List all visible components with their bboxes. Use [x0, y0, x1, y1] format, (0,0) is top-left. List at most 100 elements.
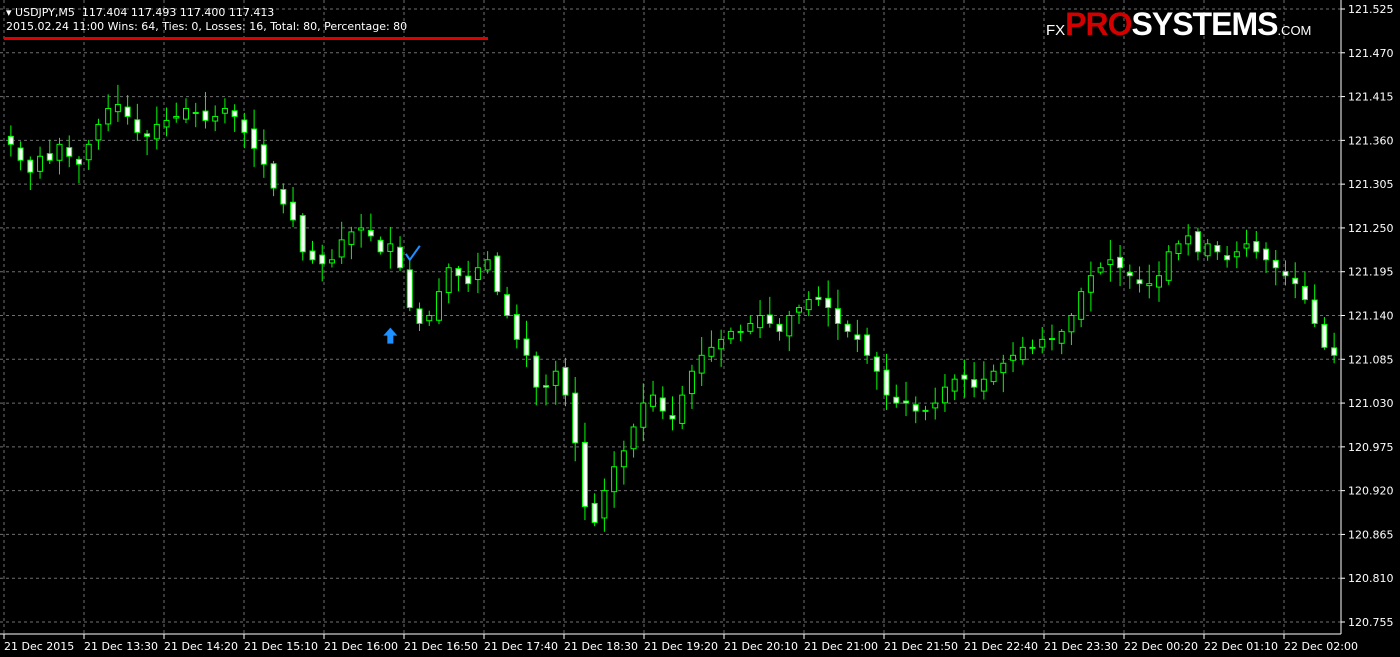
candle — [406, 258, 413, 312]
candle-body — [1136, 279, 1143, 285]
candle — [221, 98, 228, 124]
candle-body — [144, 133, 151, 137]
candle — [795, 304, 802, 324]
candle — [484, 251, 491, 274]
time-tick-label: 21 Dec 15:10 — [244, 640, 318, 653]
candle — [630, 423, 637, 458]
candle-body — [776, 323, 783, 332]
candle — [1097, 262, 1104, 275]
candle-body — [124, 106, 131, 117]
candle — [504, 286, 511, 319]
chart-grid — [0, 0, 1341, 634]
candle — [893, 384, 900, 408]
candle — [1136, 266, 1143, 293]
candle — [163, 107, 170, 137]
candle-body — [426, 315, 433, 322]
candle-body — [543, 385, 550, 388]
candle — [669, 396, 676, 431]
candle — [435, 278, 442, 325]
candle-body — [523, 338, 530, 356]
candle-body — [708, 346, 715, 357]
candle — [825, 280, 832, 327]
candle-body — [387, 243, 394, 252]
candle — [1301, 271, 1308, 304]
candle-body — [903, 400, 910, 404]
candle-body — [747, 322, 754, 332]
candle — [1292, 262, 1299, 299]
candle — [1146, 264, 1153, 299]
candle — [591, 493, 598, 527]
candle-body — [844, 323, 851, 332]
candle-body — [698, 354, 705, 374]
candle-body — [46, 153, 53, 161]
candle — [270, 160, 277, 197]
candle-body — [406, 269, 413, 309]
candle — [1058, 329, 1065, 355]
candle — [659, 386, 666, 419]
candle — [1224, 246, 1231, 268]
candle-body — [484, 259, 491, 271]
symbol-line: USDJPY,M5 117.404 117.493 117.400 117.41… — [15, 6, 275, 19]
candle — [1194, 227, 1201, 261]
time-tick-label: 21 Dec 16:50 — [404, 640, 478, 653]
candle-body — [1331, 347, 1338, 356]
candle — [426, 310, 433, 326]
price-tick-label: 121.085 — [1348, 353, 1394, 366]
candle — [747, 315, 754, 335]
candle-body — [718, 338, 725, 350]
price-tick-label: 120.920 — [1348, 485, 1394, 498]
candle — [1155, 261, 1162, 302]
candle — [980, 361, 987, 400]
candle-body — [1087, 275, 1094, 293]
candle-body — [513, 314, 520, 340]
candle — [1321, 317, 1328, 350]
candle — [183, 98, 190, 124]
candle-body — [17, 147, 24, 161]
candle-body — [1165, 251, 1172, 281]
candle-body — [241, 119, 248, 133]
candle — [903, 381, 910, 417]
candle-body — [562, 367, 569, 396]
candle — [260, 129, 267, 178]
candle — [1019, 336, 1026, 365]
candle-body — [1146, 283, 1153, 287]
candle — [202, 91, 209, 129]
candle — [1175, 240, 1182, 261]
candle-body — [1155, 275, 1162, 288]
candle-body — [105, 108, 112, 125]
candle — [27, 156, 34, 190]
candle — [445, 263, 452, 304]
price-tick-label: 121.195 — [1348, 266, 1394, 279]
candle-body — [251, 128, 258, 149]
candle — [7, 125, 14, 157]
time-tick-label: 21 Dec 23:30 — [1044, 640, 1118, 653]
candle-body — [260, 144, 267, 165]
candle — [533, 351, 540, 406]
candle-body — [192, 111, 199, 114]
candle-body — [377, 239, 384, 253]
candle-body — [1243, 243, 1250, 249]
time-tick-label: 21 Dec 18:30 — [564, 640, 638, 653]
candle — [679, 385, 686, 430]
candle — [844, 320, 851, 338]
candle-body — [358, 227, 365, 231]
candle-body — [688, 370, 695, 395]
candle — [1253, 231, 1260, 259]
candle — [922, 405, 929, 421]
candle-body — [504, 294, 511, 316]
candle — [834, 289, 841, 340]
candle — [377, 236, 384, 255]
logo-com: .COM — [1277, 23, 1312, 38]
candle — [494, 252, 501, 296]
candle — [698, 337, 705, 386]
candle-body — [397, 246, 404, 269]
candle-body — [980, 378, 987, 392]
candle-body — [834, 308, 841, 324]
time-tick-label: 21 Dec 20:10 — [724, 640, 798, 653]
candle — [854, 319, 861, 353]
candle-body — [883, 369, 890, 396]
candle-body — [727, 330, 734, 340]
candlestick-chart: 121.525 121.470 121.415 121.360 121.305 121.2… — [0, 0, 1394, 653]
candle-body — [854, 334, 861, 340]
candle-body — [640, 402, 647, 428]
